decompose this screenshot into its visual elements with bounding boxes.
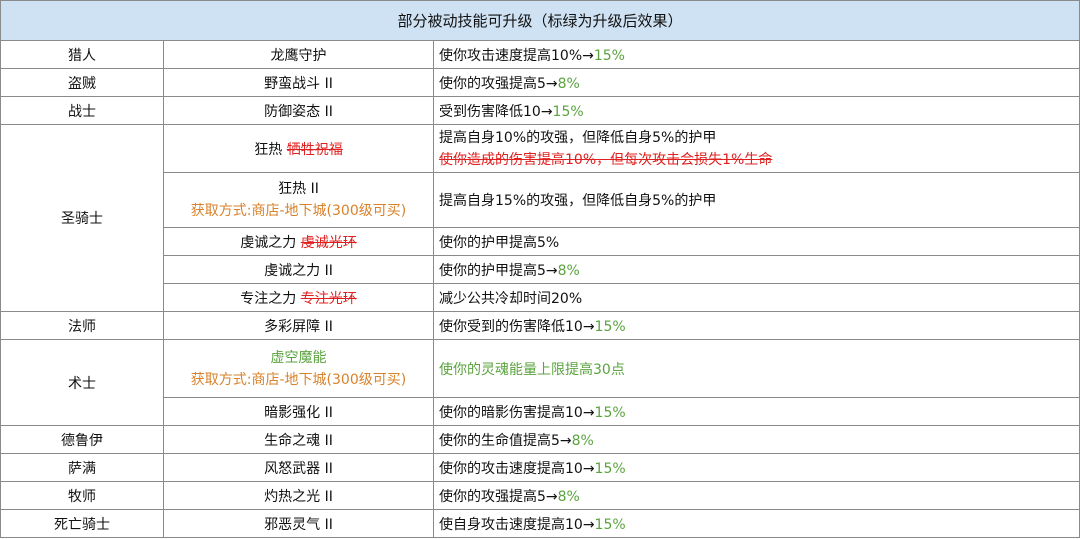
upgrade-value: 8% (571, 432, 594, 449)
skill-name: 狂热 (254, 141, 283, 158)
skill-cell: 暗影强化 II (163, 397, 434, 426)
skill-name: 虔诚之力 (240, 234, 297, 251)
skill-cell: 狂热 牺牲祝福 (163, 124, 434, 173)
effect-text: 使你的攻强提高5→ (439, 488, 558, 505)
table-row: 牧师 灼热之光 II 使你的攻强提高5→8% (0, 481, 1080, 510)
skill-upgrade-table: 部分被动技能可升级（标绿为升级后效果） 猎人 龙鹰守护 使你攻击速度提高10%→… (0, 0, 1080, 538)
effect-text: 使你的护甲提高5→ (439, 262, 558, 279)
effect-text: 使你攻击速度提高10%→ (439, 47, 594, 64)
effect-cell: 使你受到的伤害降低10→15% (432, 311, 1080, 340)
skill-cell: 邪恶灵气 II (163, 509, 434, 538)
skill-cell: 龙鹰守护 (163, 40, 434, 69)
effect-cell: 使你的暗影伤害提高10→15% (432, 397, 1080, 426)
class-cell: 术士 (0, 339, 164, 426)
upgrade-value: 8% (557, 488, 580, 505)
effect-cell: 使你的护甲提高5% (432, 227, 1080, 256)
skill-cell: 野蛮战斗 II (163, 68, 434, 97)
class-cell: 法师 (0, 311, 164, 340)
effect-text: 使你受到的伤害降低10→ (439, 318, 595, 335)
effect-cell: 提高自身15%的攻强，但降低自身5%的护甲 (432, 172, 1080, 228)
table-title: 部分被动技能可升级（标绿为升级后效果） (0, 0, 1080, 41)
effect-cell: 使你的攻击速度提高10→15% (432, 453, 1080, 482)
table-row: 盗贼 野蛮战斗 II 使你的攻强提高5→8% (0, 68, 1080, 97)
acquire-note: 获取方式:商店-地下城(300级可买) (190, 371, 407, 388)
skill-cell: 防御姿态 II (163, 96, 434, 125)
effect-cell: 使你的攻强提高5→8% (432, 68, 1080, 97)
upgrade-value: 15% (552, 103, 584, 120)
class-cell: 萨满 (0, 453, 164, 482)
skill-cell: 虔诚之力 虔诚光环 (163, 227, 434, 256)
upgrade-value: 15% (594, 516, 626, 533)
effect-cell: 使你的攻强提高5→8% (432, 481, 1080, 510)
table-row: 法师 多彩屏障 II 使你受到的伤害降低10→15% (0, 311, 1080, 340)
skill-name: 专注之力 (240, 290, 297, 307)
old-skill-name: 牺牲祝福 (286, 141, 343, 158)
table-row: 圣骑士 狂热 牺牲祝福 提高自身10%的攻强，但降低自身5%的护甲使你造成的伤害… (0, 124, 1080, 312)
skill-cell: 灼热之光 II (163, 481, 434, 510)
upgrade-value: 15% (594, 318, 626, 335)
table-row: 萨满 风怒武器 II 使你的攻击速度提高10→15% (0, 453, 1080, 482)
skill-cell: 虔诚之力 II (163, 255, 434, 284)
class-cell: 猎人 (0, 40, 164, 69)
class-cell: 战士 (0, 96, 164, 125)
effect-text: 使自身攻击速度提高10→ (439, 516, 595, 533)
skill-cell: 专注之力 专注光环 (163, 283, 434, 312)
class-cell: 死亡骑士 (0, 509, 164, 538)
effect-cell: 受到伤害降低10→15% (432, 96, 1080, 125)
table-row: 猎人 龙鹰守护 使你攻击速度提高10%→15% (0, 40, 1080, 69)
table-row: 术士 虚空魔能获取方式:商店-地下城(300级可买) 使你的灵魂能量上限提高30… (0, 339, 1080, 426)
old-effect-text: 使你造成的伤害提高10%，但每次攻击会损失1%生命 (439, 151, 773, 168)
effect-cell: 提高自身10%的攻强，但降低自身5%的护甲使你造成的伤害提高10%，但每次攻击会… (432, 124, 1080, 173)
upgrade-value: 8% (557, 75, 580, 92)
skill-cell: 虚空魔能获取方式:商店-地下城(300级可买) (163, 339, 434, 398)
effect-cell: 使自身攻击速度提高10→15% (432, 509, 1080, 538)
skill-cell: 狂热 II 获取方式:商店-地下城(300级可买) (163, 172, 434, 228)
skill-cell: 风怒武器 II (163, 453, 434, 482)
class-cell: 圣骑士 (0, 124, 164, 312)
effect-text: 使你的攻强提高5→ (439, 75, 558, 92)
class-cell: 德鲁伊 (0, 425, 164, 454)
effect-text: 使你的暗影伤害提高10→ (439, 404, 595, 421)
effect-cell: 使你的生命值提高5→8% (432, 425, 1080, 454)
upgrade-value: 15% (594, 404, 626, 421)
effect-text: 提高自身10%的攻强，但降低自身5%的护甲 (439, 129, 717, 146)
effect-text: 受到伤害降低10→ (439, 103, 553, 120)
table-row: 死亡骑士 邪恶灵气 II 使自身攻击速度提高10→15% (0, 509, 1080, 538)
skill-name: 狂热 II (278, 181, 319, 197)
effect-cell: 使你的护甲提高5→8% (432, 255, 1080, 284)
effect-cell: 减少公共冷却时间20% (432, 283, 1080, 312)
upgrade-value: 15% (593, 47, 625, 64)
class-cell: 盗贼 (0, 68, 164, 97)
effect-text: 使你的攻击速度提高10→ (439, 460, 595, 477)
acquire-note: 获取方式:商店-地下城(300级可买) (190, 203, 407, 219)
old-skill-name: 专注光环 (300, 290, 357, 307)
skill-cell: 生命之魂 II (163, 425, 434, 454)
effect-text: 使你的生命值提高5→ (439, 432, 572, 449)
upgrade-value: 8% (557, 262, 580, 279)
skill-cell: 多彩屏障 II (163, 311, 434, 340)
class-cell: 牧师 (0, 481, 164, 510)
table-header-row: 部分被动技能可升级（标绿为升级后效果） (0, 0, 1080, 41)
upgrade-value: 15% (594, 460, 626, 477)
effect-cell: 使你的灵魂能量上限提高30点 (432, 339, 1080, 398)
old-skill-name: 虔诚光环 (300, 234, 357, 251)
table-row: 德鲁伊 生命之魂 II 使你的生命值提高5→8% (0, 425, 1080, 454)
table-row: 战士 防御姿态 II 受到伤害降低10→15% (0, 96, 1080, 125)
skill-name: 虚空魔能 (270, 349, 327, 366)
effect-cell: 使你攻击速度提高10%→15% (432, 40, 1080, 69)
